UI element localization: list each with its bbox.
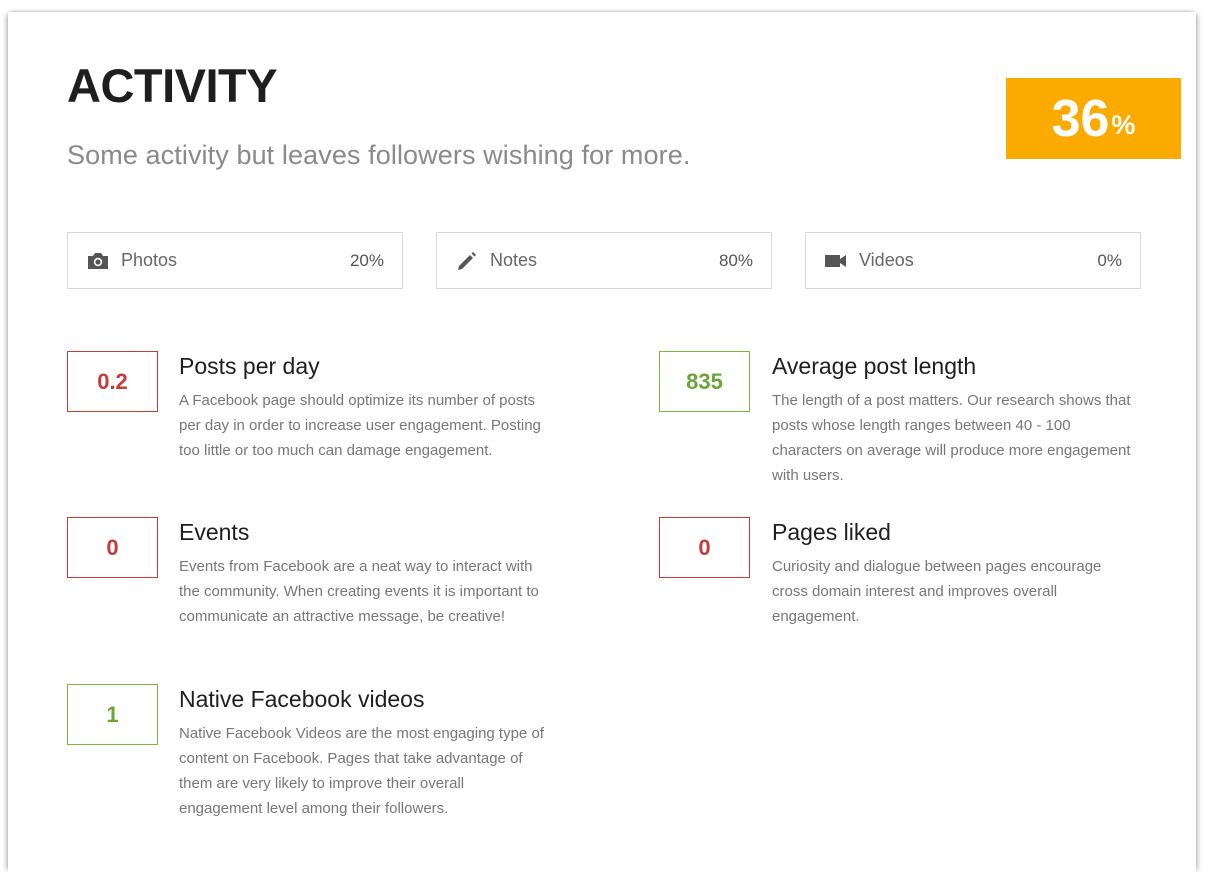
content-type-label: Photos: [121, 250, 178, 270]
camera-icon: [86, 250, 110, 272]
metric-description-average-post-length: The length of a post matters. Our resear…: [772, 392, 1131, 484]
pencil-icon: [455, 250, 479, 272]
content-type-value: 20%: [349, 250, 384, 270]
metric-description-events: Events from Facebook are a neat way to i…: [179, 558, 539, 625]
metric-value-events: 0: [67, 517, 158, 578]
content-type-photos: Photos 20%: [67, 232, 403, 289]
metric-value-posts-per-day: 0.2: [67, 351, 158, 412]
metric-description-native-facebook-videos: Native Facebook Videos are the most enga…: [179, 725, 544, 817]
score-value: 36: [1051, 89, 1110, 148]
content-type-value: 0%: [1097, 250, 1122, 270]
metric-title-posts-per-day: Posts per day: [179, 353, 320, 379]
page-title: ACTIVITY: [67, 59, 278, 112]
page-subtitle: Some activity but leaves followers wishi…: [67, 140, 691, 170]
metric-description-posts-per-day: A Facebook page should optimize its numb…: [179, 392, 541, 459]
content-type-videos: Videos 0%: [805, 232, 1141, 289]
content-type-label: Videos: [859, 250, 914, 270]
metric-description-pages-liked: Curiosity and dialogue between pages enc…: [772, 558, 1102, 625]
metric-title-pages-liked: Pages liked: [772, 519, 891, 545]
content-type-notes: Notes 80%: [436, 232, 772, 289]
metric-title-average-post-length: Average post length: [772, 353, 977, 379]
video-camera-icon: [824, 250, 848, 272]
metric-title-native-facebook-videos: Native Facebook videos: [179, 686, 425, 712]
metric-value-native-facebook-videos: 1: [67, 684, 158, 745]
metric-value-average-post-length: 835: [659, 351, 750, 412]
score-unit: %: [1111, 110, 1136, 140]
content-type-value: 80%: [718, 250, 753, 270]
metric-value-pages-liked: 0: [659, 517, 750, 578]
content-type-label: Notes: [490, 250, 538, 270]
activity-panel: ACTIVITY Some activity but leaves follow…: [8, 12, 1196, 872]
score-badge: 36%: [1006, 78, 1181, 159]
metric-title-events: Events: [179, 519, 250, 545]
